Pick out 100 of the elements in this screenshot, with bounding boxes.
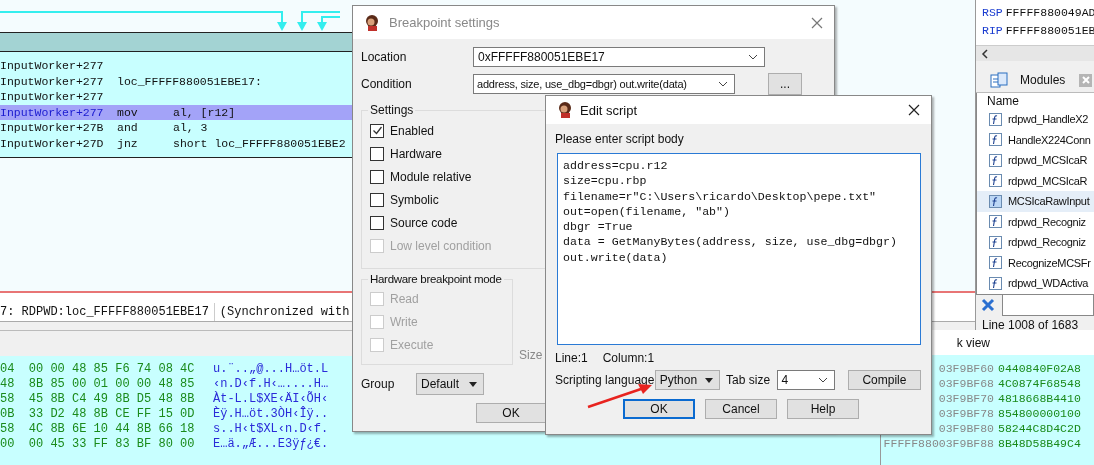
module-item[interactable]: rdpwd_Recogniz bbox=[977, 232, 1094, 253]
module-item[interactable]: HandleX224Conn bbox=[977, 129, 1094, 150]
field-label: Condition bbox=[361, 76, 413, 91]
checkbox-label: Enabled bbox=[390, 123, 435, 138]
module-item[interactable]: rdpwd_WDActiva bbox=[977, 273, 1094, 294]
function-icon bbox=[988, 275, 1003, 291]
hex-bytes: 58 45 8B C4 49 8B D5 48 8B bbox=[0, 392, 196, 407]
hex-ascii: Èÿ.H…öt.3ÒH‹Îÿ.. bbox=[213, 407, 329, 422]
dropdown-arrow-icon bbox=[705, 377, 714, 383]
hex-data: 8B48D58B49C4 bbox=[998, 436, 1081, 451]
chevron-down-icon bbox=[748, 53, 758, 60]
module-item[interactable]: RecognizeMCSFr bbox=[977, 252, 1094, 273]
code-address: InputWorker+277 bbox=[0, 73, 105, 89]
module-item[interactable]: rdpwd_MCSIcaR bbox=[977, 150, 1094, 171]
scrollbar[interactable] bbox=[976, 45, 1094, 61]
scroll-left-icon[interactable] bbox=[981, 48, 989, 59]
location-dropdown[interactable]: 0xFFFFF880051EBE17 bbox=[473, 46, 765, 67]
hex-bytes: 04 00 00 48 85 F6 74 08 4C bbox=[0, 362, 196, 377]
checkbox-label: Source code bbox=[390, 215, 458, 230]
checkbox[interactable] bbox=[370, 215, 384, 230]
hex-data: 0440840F02A8 bbox=[998, 361, 1081, 376]
module-item[interactable]: rdpwd_Recogniz bbox=[977, 211, 1094, 232]
checkbox-label: Module relative bbox=[390, 169, 472, 184]
dialog-button[interactable]: Help bbox=[787, 399, 859, 419]
language-dropdown[interactable]: Python bbox=[654, 370, 721, 390]
hex-address: 03F9BF78 bbox=[938, 406, 994, 421]
module-item[interactable]: rdpwd_HandleX2 bbox=[977, 109, 1094, 130]
column-header[interactable]: Name bbox=[977, 93, 1094, 109]
hex-data: 58244C8D4C2D bbox=[998, 421, 1081, 436]
search-field[interactable] bbox=[1002, 294, 1094, 316]
hex-ascii: E…ä.„Æ...E3ÿƒ¿€. bbox=[213, 437, 329, 452]
hex-bytes: 58 4C 8B 6E 10 44 8B 66 18 bbox=[0, 422, 196, 437]
group-title: Settings bbox=[369, 103, 415, 117]
hex-ascii: u.¨..„@...H…öt.L bbox=[213, 362, 329, 377]
checkbox[interactable] bbox=[370, 169, 384, 184]
column-indicator: Column:1 bbox=[602, 351, 655, 367]
function-icon bbox=[988, 214, 1003, 230]
chevron-down-icon bbox=[817, 377, 828, 383]
modules-tab[interactable]: Modules bbox=[1020, 73, 1066, 87]
checkbox[interactable] bbox=[370, 123, 384, 138]
code-address: InputWorker+27B bbox=[0, 120, 105, 136]
checkbox-label: Hardware bbox=[390, 146, 443, 161]
group-dropdown[interactable]: Default bbox=[416, 373, 485, 395]
code-operands: al, 3 bbox=[173, 120, 208, 136]
hex-ascii: Àt-L.L$XE‹ÄI‹ÕH‹ bbox=[213, 392, 329, 406]
code-operands: short loc_FFFFF880051EBE2 bbox=[173, 135, 346, 151]
hex-ascii: s..H‹t$XL‹n.D‹f. bbox=[213, 422, 329, 437]
function-icon bbox=[988, 193, 1003, 209]
checkbox[interactable] bbox=[370, 146, 384, 161]
module-item[interactable]: MCSIcaRawInput bbox=[977, 191, 1094, 212]
hex-ascii: ‹n.D‹f.H‹…....H… bbox=[213, 377, 329, 391]
checkbox-label: Low level condition bbox=[390, 238, 492, 253]
hex-address: 03F9BF68 bbox=[938, 376, 994, 391]
function-icon bbox=[988, 111, 1003, 127]
code-address: InputWorker+277 bbox=[0, 104, 105, 120]
code-operands: al, [r12] bbox=[173, 104, 236, 120]
panel-title: k view bbox=[956, 335, 990, 350]
script-editor[interactable]: address=cpu.r12 size=cpu.rbp filename=r"C:\Users\ricardo\Desktop\pepe.txt" out=open(filename, "ab") dbgr =True data = GetManyBytes(address, size, use_dbg=dbgr) out.write(data) bbox=[557, 153, 921, 345]
close-icon[interactable] bbox=[907, 103, 921, 117]
dialog-button[interactable]: Cancel bbox=[705, 399, 777, 419]
code-mnemonic: and bbox=[117, 120, 139, 136]
checkbox-label: Execute bbox=[390, 337, 434, 352]
code-mnemonic: mov bbox=[117, 104, 139, 120]
compile-button[interactable]: Compile bbox=[847, 370, 921, 390]
checkmark-icon bbox=[371, 125, 383, 136]
function-icon bbox=[988, 234, 1003, 250]
size-label: Size bbox=[519, 348, 543, 362]
hex-address: FFFFF88003F9BF88 bbox=[883, 436, 994, 451]
tab-size-dropdown[interactable]: 4 bbox=[777, 370, 835, 390]
register-value: FFFFF880049AD bbox=[1005, 5, 1094, 21]
condition-dropdown[interactable]: address, size, use_dbg=dbgr) out.write(data) bbox=[473, 73, 735, 94]
checkbox[interactable] bbox=[370, 192, 384, 207]
clear-icon[interactable] bbox=[981, 298, 995, 312]
checkbox-label: Symbolic bbox=[390, 192, 439, 207]
checkbox-label: Write bbox=[390, 314, 418, 329]
function-icon bbox=[988, 152, 1003, 168]
ok-button[interactable]: OK bbox=[476, 403, 546, 423]
dialog-button[interactable]: OK bbox=[623, 399, 695, 419]
code-address: InputWorker+27D bbox=[0, 135, 105, 151]
dropdown-arrow-icon bbox=[469, 381, 478, 387]
hex-address: 03F9BF60 bbox=[938, 361, 994, 376]
checkbox-label: Read bbox=[390, 291, 419, 306]
hex-bytes: 48 8B 85 00 01 00 00 48 85 bbox=[0, 377, 196, 392]
hex-data: 854800000100 bbox=[998, 406, 1081, 421]
browse-button[interactable]: ... bbox=[768, 72, 802, 95]
group-label: Group bbox=[361, 377, 396, 391]
code-mnemonic: jnz bbox=[117, 135, 139, 151]
line-indicator: Line:1 bbox=[555, 351, 588, 367]
language-label: Scripting language bbox=[555, 373, 655, 387]
register-name: RSP bbox=[982, 5, 1003, 21]
chevron-down-icon bbox=[718, 80, 728, 87]
line-count: Line 1008 of 1683 bbox=[981, 317, 1080, 332]
prompt-label: Please enter script body bbox=[555, 132, 685, 148]
hex-address: 03F9BF80 bbox=[938, 421, 994, 436]
group-title: Hardware breakpoint mode bbox=[369, 273, 503, 285]
hex-bytes: 00 00 45 33 FF 83 BF 80 00 bbox=[0, 437, 196, 452]
module-item[interactable]: rdpwd_MCSIcaR bbox=[977, 170, 1094, 191]
function-icon bbox=[988, 255, 1003, 271]
field-label: Location bbox=[361, 49, 408, 64]
modules-icon bbox=[990, 72, 1008, 88]
